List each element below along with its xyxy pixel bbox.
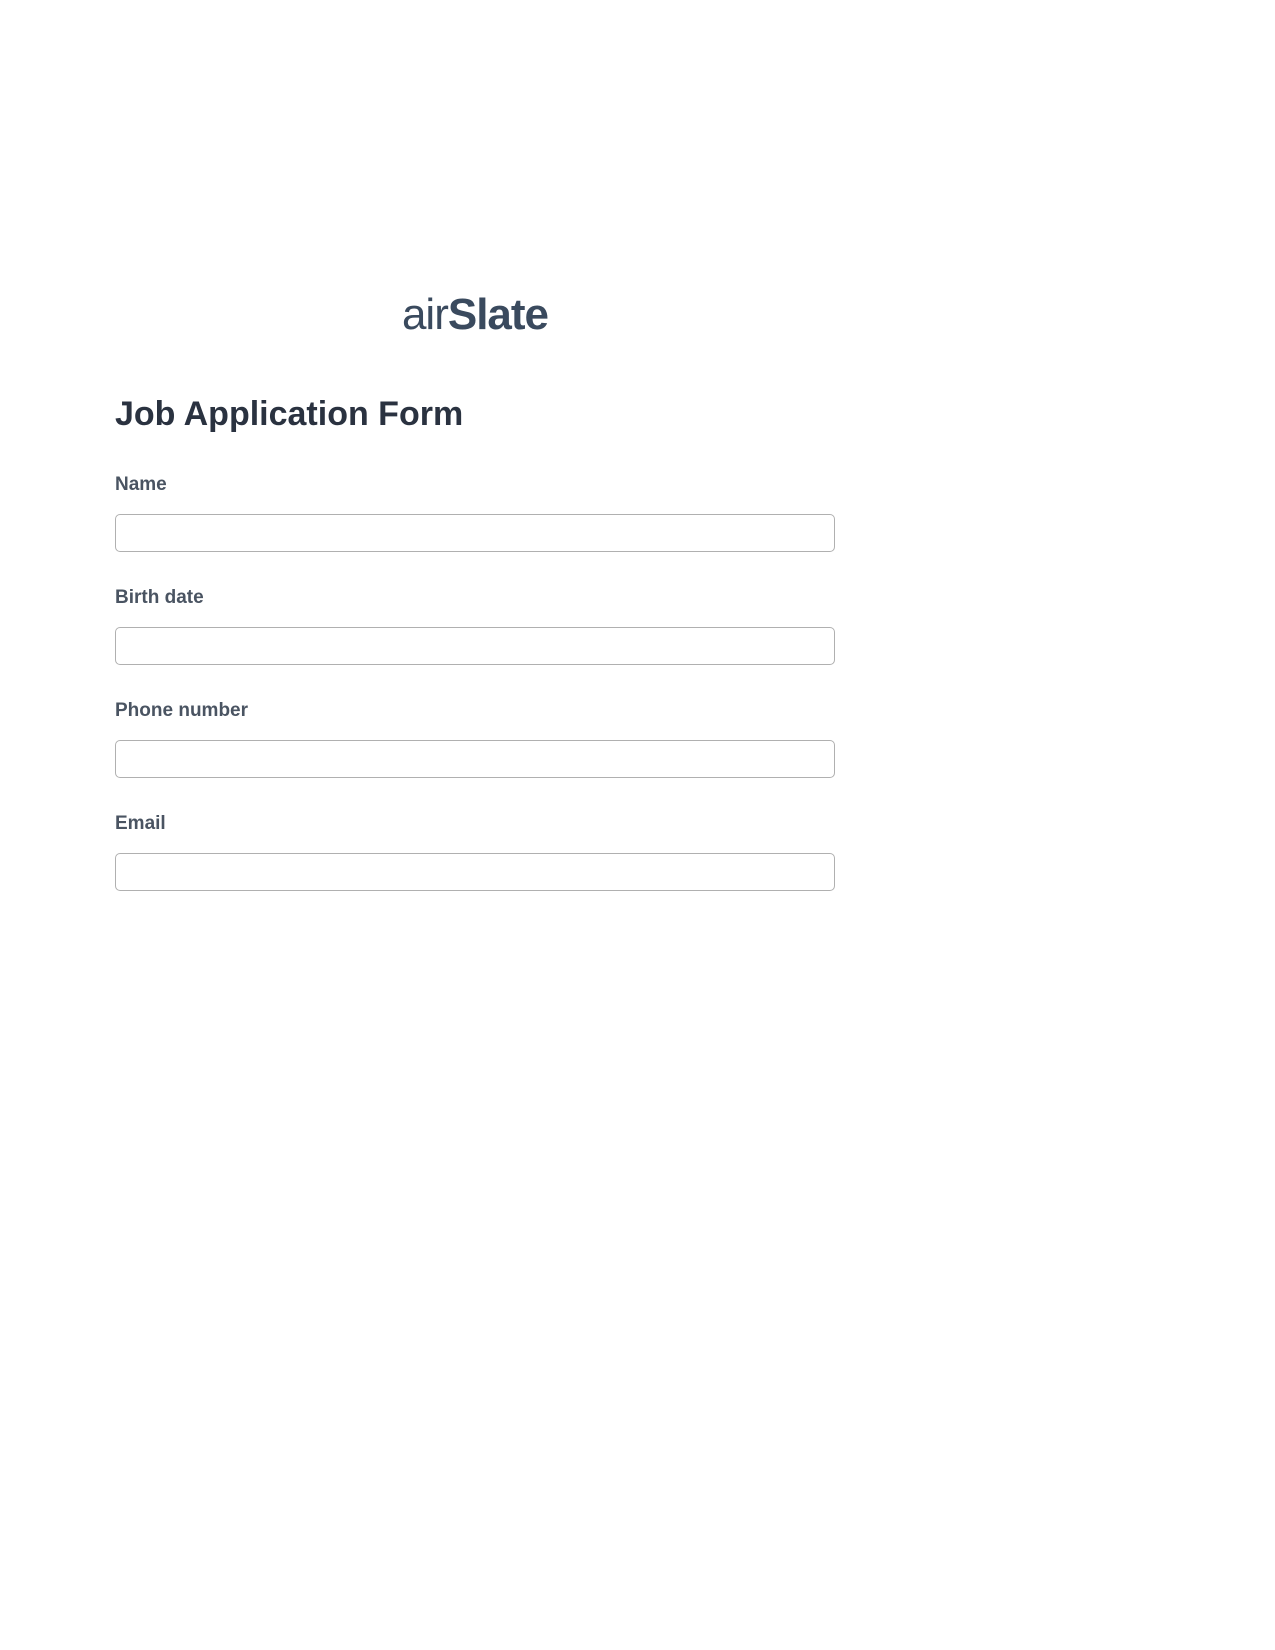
phone-label: Phone number xyxy=(115,700,835,722)
birthdate-input[interactable] xyxy=(115,627,835,665)
birthdate-field-group: Birth date xyxy=(115,587,835,665)
name-field-group: Name xyxy=(115,474,835,552)
phone-field-group: Phone number xyxy=(115,700,835,778)
name-input[interactable] xyxy=(115,514,835,552)
birthdate-label: Birth date xyxy=(115,587,835,609)
logo-part2: Slate xyxy=(448,290,548,339)
logo: airSlate xyxy=(295,290,655,340)
email-label: Email xyxy=(115,813,835,835)
email-input[interactable] xyxy=(115,853,835,891)
logo-text: airSlate xyxy=(402,290,548,339)
email-field-group: Email xyxy=(115,813,835,891)
form-container: airSlate Job Application Form Name Birth… xyxy=(115,290,835,926)
phone-input[interactable] xyxy=(115,740,835,778)
logo-part1: air xyxy=(402,290,448,339)
form-title: Job Application Form xyxy=(115,395,835,434)
name-label: Name xyxy=(115,474,835,496)
